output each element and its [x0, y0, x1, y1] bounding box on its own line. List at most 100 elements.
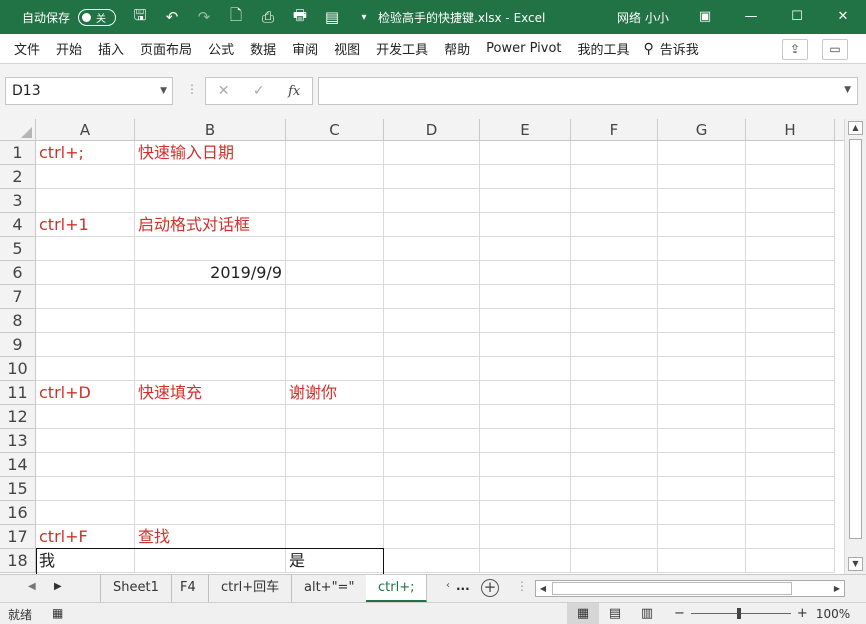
cell-a12[interactable] [36, 405, 135, 429]
close-icon[interactable]: ✕ [820, 0, 866, 34]
sheet-tab[interactable]: Sheet1 [100, 575, 172, 602]
cell-a13[interactable] [36, 429, 135, 453]
zoom-slider[interactable] [690, 608, 791, 619]
cell-g16[interactable] [658, 501, 746, 525]
cell-c1[interactable] [286, 141, 384, 165]
cell-a10[interactable] [36, 357, 135, 381]
cell-e13[interactable] [480, 429, 571, 453]
cell-e15[interactable] [480, 477, 571, 501]
cell-e5[interactable] [480, 237, 571, 261]
cell-d14[interactable] [384, 453, 480, 477]
cell-e10[interactable] [480, 357, 571, 381]
sheet-tab[interactable]: alt+"=" [292, 575, 368, 602]
cell-c16[interactable] [286, 501, 384, 525]
enter-icon[interactable]: ✓ [253, 83, 265, 99]
tab-power-pivot[interactable]: Power Pivot [478, 41, 569, 56]
cell-b8[interactable] [135, 309, 286, 333]
tab-developer[interactable]: 开发工具 [368, 39, 436, 58]
cell-e9[interactable] [480, 333, 571, 357]
cell-c12[interactable] [286, 405, 384, 429]
cell-c11[interactable]: 谢谢你 [286, 381, 384, 405]
name-box[interactable]: D13 ▼ [5, 77, 173, 105]
row-header[interactable]: 1 [0, 141, 36, 165]
cell-e7[interactable] [480, 285, 571, 309]
cell-e14[interactable] [480, 453, 571, 477]
row-header[interactable]: 8 [0, 309, 36, 333]
tab-prev-icon[interactable]: ◀ [28, 581, 36, 592]
cell-e1[interactable] [480, 141, 571, 165]
cell-e3[interactable] [480, 189, 571, 213]
cell-d10[interactable] [384, 357, 480, 381]
maximize-icon[interactable]: ☐ [774, 0, 820, 34]
tab-my-tools[interactable]: 我的工具 [570, 39, 638, 58]
select-all-button[interactable] [0, 119, 36, 141]
cell-g4[interactable] [658, 213, 746, 237]
cell-c18[interactable]: 是 [286, 549, 384, 573]
cell-b18[interactable] [135, 549, 286, 573]
tab-page-layout[interactable]: 页面布局 [132, 39, 200, 58]
cell-d9[interactable] [384, 333, 480, 357]
vertical-scrollbar[interactable]: ▲ ▼ [844, 119, 866, 574]
tab-formulas[interactable]: 公式 [200, 39, 242, 58]
cell-f16[interactable] [571, 501, 658, 525]
undo-icon[interactable]: ↶ [162, 8, 182, 26]
cell-a16[interactable] [36, 501, 135, 525]
cell-g12[interactable] [658, 405, 746, 429]
cell-h9[interactable] [746, 333, 835, 357]
cell-d3[interactable] [384, 189, 480, 213]
cell-h5[interactable] [746, 237, 835, 261]
cell-b1[interactable]: 快速输入日期 [135, 141, 286, 165]
save-icon[interactable]: 🖫 [130, 5, 150, 30]
column-header[interactable]: H [746, 119, 835, 141]
comments-icon[interactable]: ▭ [822, 39, 848, 60]
cell-b12[interactable] [135, 405, 286, 429]
cell-c4[interactable] [286, 213, 384, 237]
row-header[interactable]: 3 [0, 189, 36, 213]
cell-h1[interactable] [746, 141, 835, 165]
cell-h7[interactable] [746, 285, 835, 309]
scroll-right-icon[interactable]: ▶ [830, 581, 844, 596]
column-header[interactable]: F [571, 119, 658, 141]
cell-a9[interactable] [36, 333, 135, 357]
cell-g11[interactable] [658, 381, 746, 405]
cell-b4[interactable]: 启动格式对话框 [135, 213, 286, 237]
cell-f5[interactable] [571, 237, 658, 261]
cell-d1[interactable] [384, 141, 480, 165]
cell-g7[interactable] [658, 285, 746, 309]
column-header[interactable]: B [135, 119, 286, 141]
customize-qat-icon[interactable]: ▾ [354, 12, 374, 23]
cell-f14[interactable] [571, 453, 658, 477]
chevron-down-icon[interactable]: ▼ [160, 78, 167, 104]
cell-g2[interactable] [658, 165, 746, 189]
cell-f12[interactable] [571, 405, 658, 429]
row-header[interactable]: 14 [0, 453, 36, 477]
macro-record-icon[interactable]: ▦ [52, 606, 63, 620]
cell-e11[interactable] [480, 381, 571, 405]
row-header[interactable]: 9 [0, 333, 36, 357]
cell-f8[interactable] [571, 309, 658, 333]
cell-g1[interactable] [658, 141, 746, 165]
h-scroll-thumb[interactable] [552, 582, 792, 595]
cell-d18[interactable] [384, 549, 480, 573]
cell-d5[interactable] [384, 237, 480, 261]
cell-a5[interactable] [36, 237, 135, 261]
cell-g6[interactable] [658, 261, 746, 285]
cell-b3[interactable] [135, 189, 286, 213]
cell-d11[interactable] [384, 381, 480, 405]
cell-e2[interactable] [480, 165, 571, 189]
cell-f10[interactable] [571, 357, 658, 381]
cell-d8[interactable] [384, 309, 480, 333]
cell-g17[interactable] [658, 525, 746, 549]
cell-a15[interactable] [36, 477, 135, 501]
cell-e12[interactable] [480, 405, 571, 429]
cell-b11[interactable]: 快速填充 [135, 381, 286, 405]
cell-b9[interactable] [135, 333, 286, 357]
formula-input[interactable]: ▼ [318, 77, 858, 105]
cell-h10[interactable] [746, 357, 835, 381]
page-layout-view-icon[interactable]: ▤ [599, 603, 631, 624]
cell-h6[interactable] [746, 261, 835, 285]
cell-h4[interactable] [746, 213, 835, 237]
sheet-tab-active[interactable]: ctrl+; [366, 575, 428, 602]
row-header[interactable]: 16 [0, 501, 36, 525]
cell-e8[interactable] [480, 309, 571, 333]
